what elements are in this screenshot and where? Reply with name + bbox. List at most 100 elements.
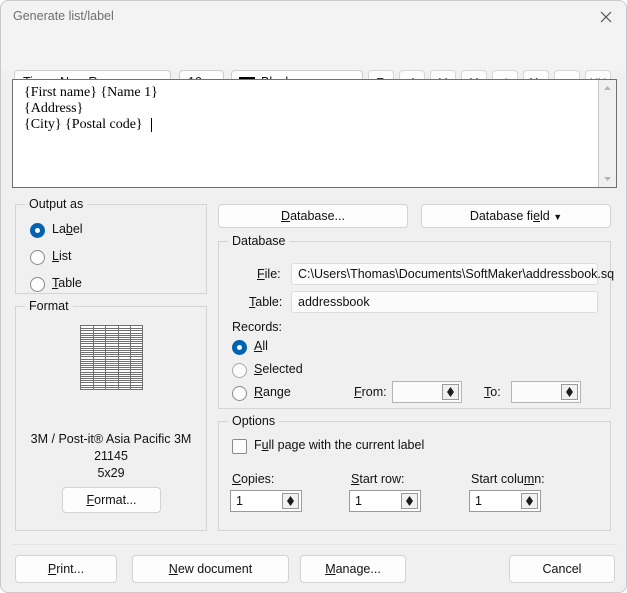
editor-line-1: {First name} {Name 1}	[24, 85, 158, 100]
text-caret	[151, 118, 152, 132]
range-to-spinner[interactable]	[511, 381, 581, 403]
preview-row-line	[81, 376, 142, 377]
database-table-field[interactable]: addressbook	[291, 291, 598, 313]
database-table-value: addressbook	[298, 295, 370, 309]
new-document-button[interactable]: New document	[132, 555, 289, 583]
radio-label: Selected	[254, 362, 303, 376]
start-row-spin-buttons[interactable]	[401, 493, 418, 509]
editor-line-2: {Address}	[24, 101, 84, 116]
to-label: To:	[484, 385, 501, 399]
spin-down-icon[interactable]	[447, 392, 454, 397]
close-glyph	[600, 11, 612, 23]
manage-button[interactable]: Manage...	[300, 555, 406, 583]
range-from-spinner[interactable]	[392, 381, 462, 403]
database-group: Database File: C:\Users\Thomas\Documents…	[218, 234, 614, 409]
generate-list-label-dialog: Generate list/label Times New Roman 10 B…	[0, 0, 627, 593]
preview-row-line	[81, 361, 142, 362]
options-group: Options Full page with the current label…	[218, 414, 611, 531]
radio-indicator	[232, 340, 247, 355]
scroll-down-icon[interactable]	[599, 171, 616, 186]
copies-label: Copies:	[232, 472, 275, 486]
table-label: Table:	[249, 295, 283, 309]
range-to-spin-buttons[interactable]	[561, 384, 578, 400]
format-button-label: Format...	[86, 493, 137, 507]
spin-down-icon[interactable]	[406, 501, 413, 506]
from-label: From:	[354, 385, 387, 399]
format-legend: Format	[25, 299, 73, 313]
radio-indicator	[30, 277, 45, 292]
start-column-value: 1	[475, 494, 482, 508]
manage-button-label: Manage...	[325, 562, 381, 576]
database-file-value: C:\Users\Thomas\Documents\SoftMaker\addr…	[298, 267, 615, 281]
format-group: Format 3M / Post-it® Asia Pacific 3M 211…	[15, 299, 207, 531]
titlebar: Generate list/label	[1, 1, 626, 33]
database-legend: Database	[228, 234, 290, 248]
radio-label: Range	[254, 385, 291, 399]
preview-row-line	[81, 341, 142, 342]
preview-row-line	[81, 367, 142, 368]
close-icon[interactable]	[584, 1, 626, 32]
copies-spin-buttons[interactable]	[282, 493, 299, 509]
preview-row-line	[81, 372, 142, 373]
formatting-toolbar: Times New Roman 10 Black B I U	[1, 32, 626, 96]
radio-indicator	[30, 250, 45, 265]
preview-row-line	[81, 380, 142, 381]
options-legend: Options	[228, 414, 280, 428]
scroll-up-glyph	[604, 86, 611, 90]
preview-row-line	[81, 363, 142, 364]
print-button[interactable]: Print...	[15, 555, 117, 583]
label-text-editor[interactable]: {First name} {Name 1} {Address} {City} {…	[12, 79, 617, 188]
preview-row-line	[81, 382, 142, 383]
preview-row-line	[81, 333, 142, 334]
preview-row-line	[81, 339, 142, 340]
format-grid-text: 5x29	[97, 466, 125, 480]
radio-indicator	[232, 386, 247, 401]
output-as-legend: Output as	[25, 197, 88, 211]
range-from-spin-buttons[interactable]	[442, 384, 459, 400]
cancel-button[interactable]: Cancel	[509, 555, 615, 583]
preview-row-line	[81, 378, 142, 379]
database-file-field[interactable]: C:\Users\Thomas\Documents\SoftMaker\addr…	[291, 263, 614, 285]
new-document-button-label: New document	[168, 562, 253, 576]
database-field-button[interactable]: Database field ▼	[421, 204, 611, 228]
preview-row-line	[81, 335, 142, 336]
editor-line-3: {City} {Postal code}	[24, 117, 143, 132]
preview-row-line	[81, 374, 142, 375]
preview-row-line	[81, 330, 142, 331]
copies-value: 1	[236, 494, 243, 508]
copies-spinner[interactable]: 1	[230, 490, 302, 512]
format-button[interactable]: Format...	[62, 487, 161, 513]
cancel-button-label: Cancel	[542, 562, 582, 576]
preview-row-line	[81, 387, 142, 388]
radio-indicator	[30, 223, 45, 238]
records-label: Records:	[232, 320, 283, 334]
output-as-group: Output as Label List Table	[15, 197, 207, 294]
preview-row-line	[81, 328, 142, 329]
start-row-value: 1	[355, 494, 362, 508]
start-row-spinner[interactable]: 1	[349, 490, 421, 512]
preview-row-line	[81, 348, 142, 349]
radio-indicator	[232, 363, 247, 378]
radio-label: List	[52, 249, 72, 263]
file-label: File:	[257, 267, 281, 281]
spin-down-icon[interactable]	[566, 392, 573, 397]
start-column-spinner[interactable]: 1	[469, 490, 541, 512]
scroll-up-icon[interactable]	[599, 81, 616, 96]
preview-row-line	[81, 365, 142, 366]
preview-row-line	[81, 369, 142, 370]
preview-row-line	[81, 385, 142, 386]
preview-row-line	[81, 337, 142, 338]
editor-scrollbar[interactable]	[598, 80, 616, 187]
start-column-spin-buttons[interactable]	[521, 493, 538, 509]
database-button[interactable]: Database...	[218, 204, 408, 228]
label-layout-preview	[80, 325, 143, 390]
radio-label: Table	[52, 276, 82, 290]
preview-row-line	[81, 350, 142, 351]
preview-row-line	[81, 343, 142, 344]
checkbox-label: Full page with the current label	[254, 438, 425, 452]
spin-down-icon[interactable]	[526, 501, 533, 506]
start-row-label: Start row:	[351, 472, 405, 486]
preview-row-line	[81, 352, 142, 353]
spin-down-icon[interactable]	[287, 501, 294, 506]
radio-label: Label	[52, 222, 83, 236]
